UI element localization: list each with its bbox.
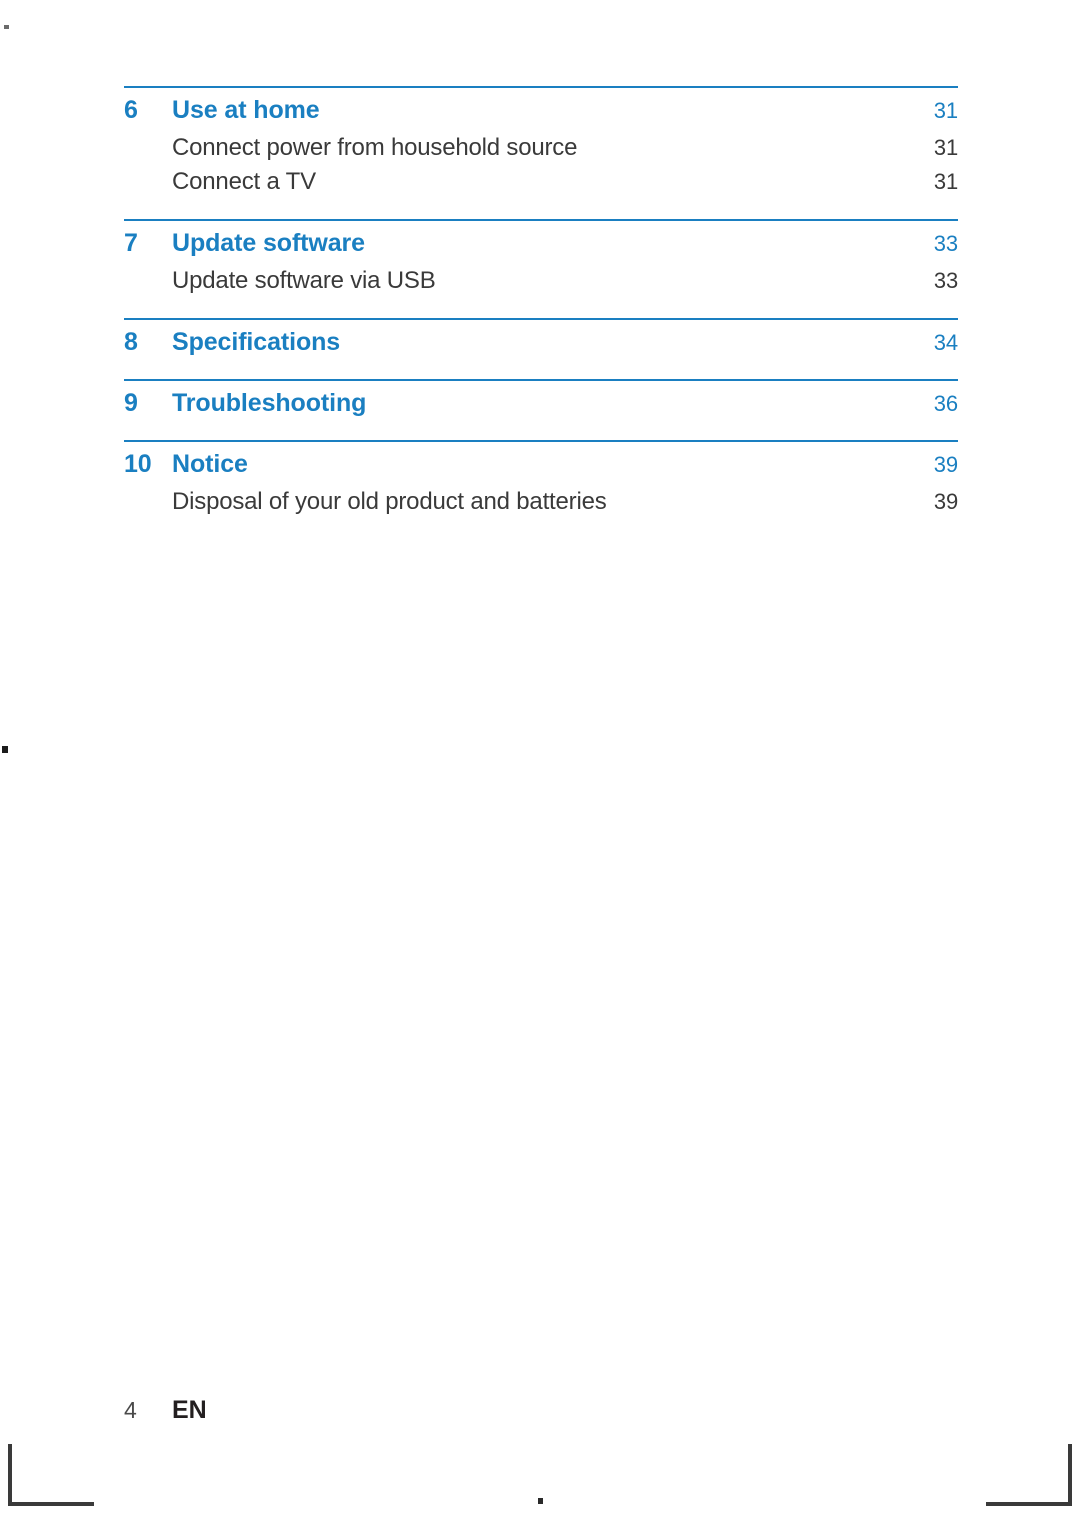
crop-mark-horizontal-rule — [8, 1502, 94, 1506]
toc-chapter-specifications[interactable]: 8 Specifications 34 — [124, 320, 958, 359]
toc-chapter-update-software[interactable]: 7 Update software 33 — [124, 221, 958, 260]
toc-entry-connect-a-tv[interactable]: Connect a TV 31 — [124, 161, 958, 195]
crop-mark-bottom-right — [980, 1444, 1072, 1528]
crop-mark-vertical-rule — [1068, 1444, 1072, 1506]
toc-chapter-use-at-home[interactable]: 6 Use at home 31 — [124, 88, 958, 127]
crop-mark-vertical-rule — [8, 1444, 12, 1506]
chapter-title: Update software — [172, 229, 365, 257]
chapter-number: 6 — [124, 96, 138, 124]
entry-page-number: 39 — [933, 489, 958, 514]
toc-group-notice: 10 Notice 39 Disposal of your old produc… — [124, 440, 958, 515]
footer-language-code: EN — [172, 1396, 207, 1424]
chapter-page-number: 36 — [933, 391, 958, 416]
entry-title: Connect a TV — [172, 168, 316, 195]
toc-chapter-troubleshooting[interactable]: 9 Troubleshooting 36 — [124, 381, 958, 420]
page-footer: 4 EN — [124, 1396, 207, 1425]
toc-group-use-at-home: 6 Use at home 31 Connect power from hous… — [124, 86, 958, 219]
chapter-title: Notice — [172, 450, 248, 478]
toc-group-specifications: 8 Specifications 34 — [124, 318, 958, 379]
toc-group-update-software: 7 Update software 33 Update software via… — [124, 219, 958, 318]
page-root: { "document": { "type": "table-of-conten… — [0, 0, 1080, 1528]
entry-title: Update software via USB — [172, 267, 436, 294]
registration-tick-top-left — [4, 25, 9, 29]
entry-page-number: 33 — [933, 268, 958, 293]
chapter-number: 7 — [124, 229, 138, 257]
chapter-number: 9 — [124, 389, 138, 417]
chapter-page-number: 39 — [933, 452, 958, 477]
chapter-number: 10 — [124, 450, 152, 478]
entry-title: Connect power from household source — [172, 134, 578, 161]
toc-chapter-notice[interactable]: 10 Notice 39 — [124, 442, 958, 481]
footer-page-number: 4 — [124, 1397, 137, 1423]
chapter-title: Troubleshooting — [172, 389, 367, 417]
entry-page-number: 31 — [933, 169, 958, 194]
entry-title: Disposal of your old product and batteri… — [172, 488, 607, 515]
chapter-title: Specifications — [172, 328, 341, 356]
crop-mark-bottom-left — [8, 1444, 100, 1528]
toc-group-troubleshooting: 9 Troubleshooting 36 — [124, 379, 958, 440]
chapter-page-number: 34 — [933, 330, 958, 355]
registration-tick-left-edge — [2, 746, 8, 753]
chapter-title: Use at home — [172, 96, 320, 124]
toc-entry-disposal-of-your-old-product-and-batteries[interactable]: Disposal of your old product and batteri… — [124, 481, 958, 515]
entry-page-number: 31 — [933, 135, 958, 160]
table-of-contents: 6 Use at home 31 Connect power from hous… — [124, 86, 958, 515]
chapter-number: 8 — [124, 328, 138, 356]
chapter-page-number: 31 — [933, 98, 958, 123]
chapter-page-number: 33 — [933, 231, 958, 256]
toc-entry-update-software-via-usb[interactable]: Update software via USB 33 — [124, 260, 958, 294]
crop-mark-horizontal-rule — [986, 1502, 1072, 1506]
registration-tick-bottom-center — [538, 1498, 543, 1504]
toc-entry-connect-power-from-household-source[interactable]: Connect power from household source 31 — [124, 127, 958, 161]
